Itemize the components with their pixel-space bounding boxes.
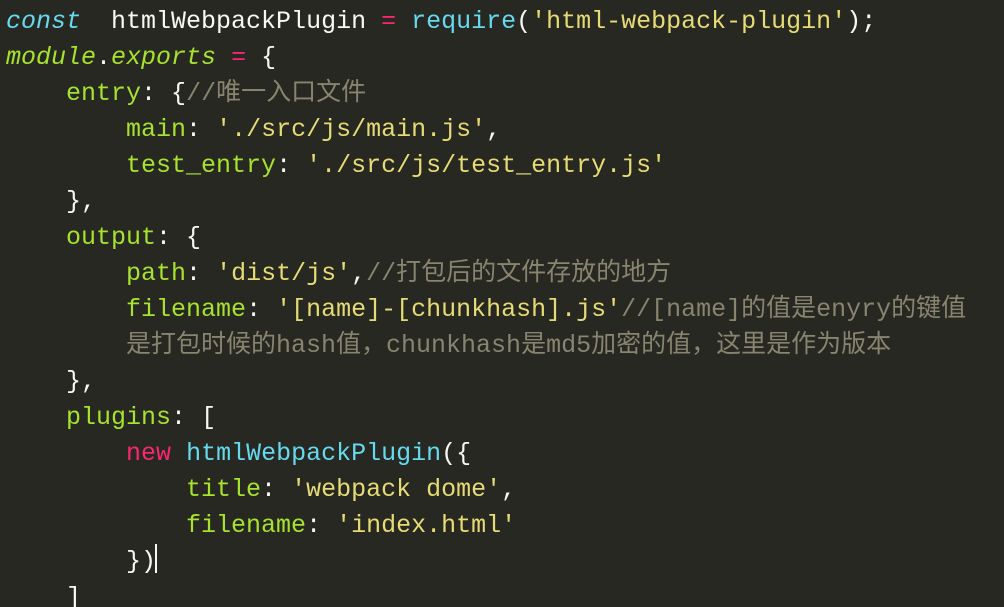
code-line: entry: {//唯一入口文件 (6, 79, 366, 108)
key-filename: filename (126, 295, 246, 324)
string-literal: 'html-webpack-plugin' (531, 7, 846, 36)
key-entry: entry (66, 79, 141, 108)
code-line: plugins: [ (6, 403, 216, 432)
code-line: }, (6, 367, 96, 396)
identifier-module: module (6, 43, 96, 72)
identifier: htmlWebpackPlugin (111, 7, 366, 36)
code-line: path: 'dist/js',//打包后的文件存放的地方 (6, 259, 671, 288)
text-cursor (155, 544, 157, 573)
code-line: main: './src/js/main.js', (6, 115, 501, 144)
string-literal: './src/js/test_entry.js' (306, 151, 666, 180)
code-editor[interactable]: const htmlWebpackPlugin = require('html-… (0, 0, 1004, 607)
keyword-const: const (6, 7, 81, 36)
class-name: htmlWebpackPlugin (186, 439, 441, 468)
key-title: title (186, 475, 261, 504)
comment: //打包后的文件存放的地方 (366, 259, 671, 288)
string-literal: 'index.html' (336, 511, 516, 540)
comment: 是打包时候的hash值，chunkhash是md5加密的值，这里是作为版本 (126, 331, 891, 360)
code-line: filename: 'index.html' (6, 511, 516, 540)
fn-require: require (411, 7, 516, 36)
code-line: }) (6, 547, 157, 576)
comment: //唯一入口文件 (186, 79, 366, 108)
code-line: ] (6, 583, 81, 607)
key-output: output (66, 223, 156, 252)
key-path: path (126, 259, 186, 288)
comment: //[name]的值是enyry的键值 (621, 295, 966, 324)
key-main: main (126, 115, 186, 144)
key-test-entry: test_entry (126, 151, 276, 180)
key-filename: filename (186, 511, 306, 540)
key-plugins: plugins (66, 403, 171, 432)
code-line: output: { (6, 223, 201, 252)
code-line: test_entry: './src/js/test_entry.js' (6, 151, 666, 180)
code-line: module.exports = { (6, 43, 276, 72)
code-line: title: 'webpack dome', (6, 475, 516, 504)
identifier-exports: exports (111, 43, 216, 72)
string-literal: './src/js/main.js' (216, 115, 486, 144)
string-literal: 'webpack dome' (291, 475, 501, 504)
code-line: filename: '[name]-[chunkhash].js'//[name… (6, 295, 966, 324)
string-literal: 'dist/js' (216, 259, 351, 288)
code-line: 是打包时候的hash值，chunkhash是md5加密的值，这里是作为版本 (6, 331, 891, 360)
code-line: }, (6, 187, 96, 216)
string-literal: '[name]-[chunkhash].js' (276, 295, 621, 324)
code-line: new htmlWebpackPlugin({ (6, 439, 471, 468)
keyword-new: new (126, 439, 171, 468)
code-line: const htmlWebpackPlugin = require('html-… (6, 7, 876, 36)
